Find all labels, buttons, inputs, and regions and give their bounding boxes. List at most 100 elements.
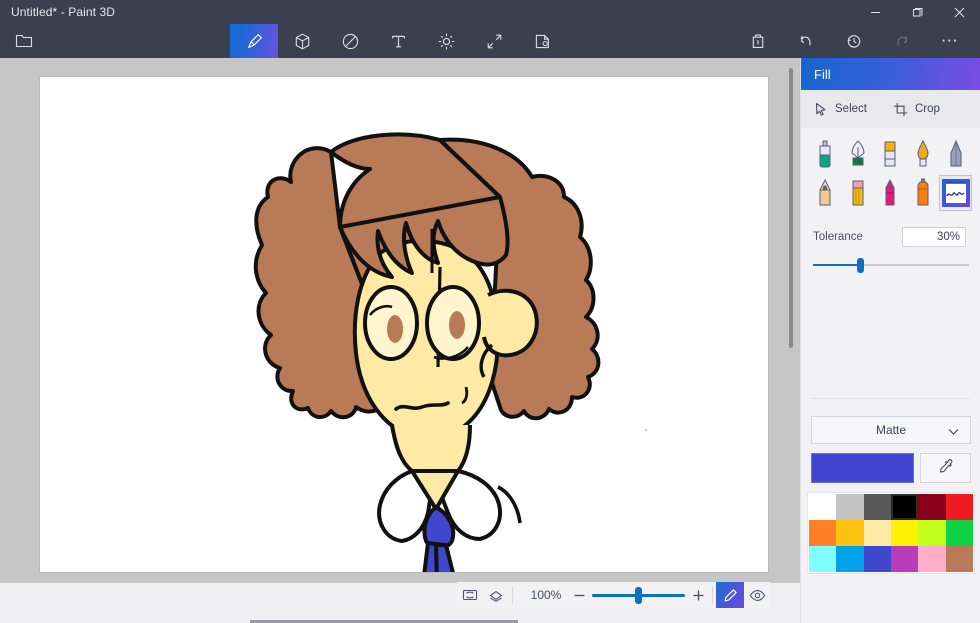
color-swatch[interactable] — [809, 546, 836, 572]
zoom-slider[interactable] — [592, 584, 685, 606]
tab-canvas[interactable] — [470, 24, 518, 58]
tool-marker[interactable] — [809, 136, 842, 172]
tolerance-slider[interactable] — [813, 257, 968, 273]
tolerance-label: Tolerance — [813, 231, 863, 243]
color-swatch[interactable] — [918, 546, 945, 572]
color-swatch[interactable] — [836, 520, 863, 546]
color-swatch[interactable] — [946, 520, 973, 546]
panel-select-crop-row: Select Crop — [801, 90, 980, 128]
window-controls — [854, 0, 980, 24]
paint3d-window: Untitled* - Paint 3D — [0, 0, 980, 623]
tolerance-row: Tolerance 30% — [801, 211, 980, 247]
history-button[interactable] — [830, 24, 878, 58]
toggle-view-button[interactable] — [744, 582, 770, 608]
tab-art-tools[interactable] — [230, 24, 278, 58]
tool-calligraphy-pen[interactable] — [842, 136, 875, 172]
tool-crayon[interactable] — [874, 175, 907, 211]
tolerance-slider-handle[interactable] — [857, 258, 864, 273]
select-button[interactable]: Select — [814, 102, 867, 117]
select-label: Select — [835, 103, 867, 115]
finish-dropdown[interactable]: Matte — [811, 416, 971, 444]
undo-button[interactable] — [782, 24, 830, 58]
current-color-swatch[interactable] — [811, 453, 914, 483]
title-bar: Untitled* - Paint 3D — [0, 0, 980, 24]
pencil-icon — [812, 177, 838, 209]
spray-can-icon — [910, 177, 936, 209]
tolerance-value-input[interactable]: 30% — [902, 227, 966, 247]
brush-tool-grid — [801, 128, 980, 211]
status-divider — [512, 586, 513, 604]
color-swatch[interactable] — [864, 546, 891, 572]
ribbon-left-group — [0, 24, 48, 58]
tab-effects[interactable] — [422, 24, 470, 58]
finish-selected-label: Matte — [876, 423, 906, 437]
tool-watercolor[interactable] — [907, 136, 940, 172]
current-color-row — [811, 453, 971, 483]
eraser-icon — [845, 177, 871, 209]
artwork — [40, 77, 768, 572]
edit-canvas-button[interactable] — [716, 582, 744, 608]
zoom-slider-handle[interactable] — [635, 587, 642, 604]
tab-3d-library[interactable] — [518, 24, 566, 58]
tool-pixel-pen[interactable] — [939, 136, 972, 172]
zoom-out-button[interactable] — [568, 584, 590, 606]
tool-pencil[interactable] — [809, 175, 842, 211]
color-swatch[interactable] — [809, 494, 836, 520]
tool-eraser[interactable] — [842, 175, 875, 211]
color-swatch[interactable] — [864, 494, 891, 520]
tab-text[interactable] — [374, 24, 422, 58]
more-options-button[interactable]: ⋯ — [926, 24, 974, 58]
crop-icon — [893, 102, 908, 117]
color-swatch[interactable] — [918, 520, 945, 546]
color-swatch[interactable] — [891, 546, 918, 572]
canvas-vertical-scrollbar[interactable] — [789, 68, 793, 348]
crop-label: Crop — [915, 103, 940, 115]
color-swatch[interactable] — [836, 494, 863, 520]
canvas-workspace[interactable] — [0, 58, 800, 623]
zoom-in-button[interactable] — [687, 584, 709, 606]
panel-header: Fill — [801, 58, 980, 90]
color-swatch[interactable] — [918, 494, 945, 520]
select-icon — [814, 102, 828, 117]
color-swatch[interactable] — [809, 520, 836, 546]
marker-icon — [812, 138, 838, 170]
close-button[interactable] — [938, 0, 980, 24]
color-swatch[interactable] — [836, 546, 863, 572]
show-2d-3d-button[interactable] — [483, 582, 509, 608]
tolerance-slider-fill — [813, 264, 860, 266]
ribbon-actions: ⋯ — [734, 24, 974, 58]
drawing-canvas[interactable] — [40, 77, 768, 572]
color-swatch[interactable] — [946, 494, 973, 520]
ribbon-tabs — [230, 24, 566, 58]
color-swatch[interactable] — [864, 520, 891, 546]
tool-fill[interactable] — [939, 175, 972, 211]
mixed-reality-viewer-button[interactable] — [734, 24, 782, 58]
fit-to-screen-button[interactable] — [457, 582, 483, 608]
tool-oil-brush[interactable] — [874, 136, 907, 172]
eyedropper-button[interactable] — [920, 453, 971, 483]
zoom-level-label: 100% — [524, 588, 568, 602]
calligraphy-pen-icon — [845, 138, 871, 170]
pixel-pen-icon — [943, 138, 969, 170]
tool-spray-can[interactable] — [907, 175, 940, 211]
fill-icon — [941, 178, 971, 208]
tab-3d-shapes[interactable] — [278, 24, 326, 58]
status-divider-2 — [712, 586, 713, 604]
eyedropper-icon — [938, 458, 954, 479]
color-swatch[interactable] — [891, 494, 918, 520]
redo-button[interactable] — [878, 24, 926, 58]
tool-panel: Fill Select Crop — [800, 58, 980, 623]
tab-stickers[interactable] — [326, 24, 374, 58]
ribbon-toolbar: ⋯ — [0, 24, 980, 58]
crop-button[interactable]: Crop — [893, 102, 940, 117]
color-swatch[interactable] — [946, 546, 973, 572]
more-icon: ⋯ — [941, 36, 960, 46]
watercolor-icon — [910, 138, 936, 170]
menu-button[interactable] — [0, 24, 48, 58]
crayon-icon — [877, 177, 903, 209]
canvas-stray-pixel — [645, 429, 647, 431]
maximize-button[interactable] — [896, 0, 938, 24]
minimize-button[interactable] — [854, 0, 896, 24]
panel-title: Fill — [801, 67, 831, 82]
color-swatch[interactable] — [891, 520, 918, 546]
